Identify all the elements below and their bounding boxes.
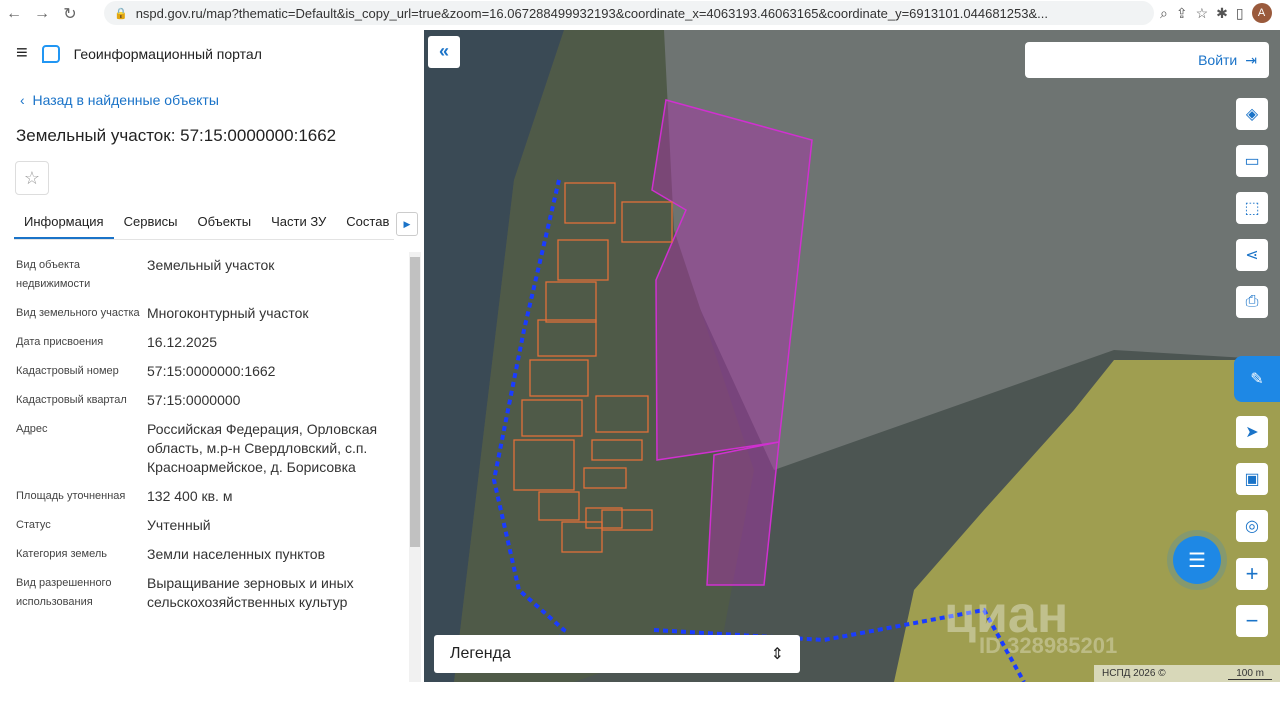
attribute-row: Статус Учтенный — [16, 516, 401, 535]
area-select-button[interactable]: ⬚ — [1236, 192, 1268, 224]
tab-objects[interactable]: Объекты — [187, 208, 261, 239]
attribute-value: 57:15:0000000:1662 — [147, 363, 276, 379]
legend-dropdown[interactable]: Легенда ⇕ — [434, 635, 800, 673]
attributes-list: Вид объекта недвижимости Земельный участо… — [16, 256, 401, 622]
minimap-icon: ▣ — [1244, 471, 1260, 488]
location-pin-icon: ◎ — [1245, 518, 1259, 535]
chat-icon: ☰ — [1188, 549, 1206, 572]
bookmark-star-icon[interactable]: ☆ — [1196, 5, 1209, 22]
tab-info[interactable]: Информация — [14, 208, 114, 239]
attribute-label: Статус — [16, 519, 51, 531]
attribute-value: 57:15:0000000 — [147, 392, 241, 408]
attribute-row: Адрес Российская Федерация, Орловская обл… — [16, 420, 401, 477]
attribute-row: Вид разрешенного использования Выращивани… — [16, 574, 401, 612]
favorite-star-button[interactable]: ☆ — [15, 161, 49, 195]
satellite-imagery — [424, 30, 1280, 682]
select-area-icon: ⬚ — [1244, 200, 1260, 217]
ruler-button[interactable]: ▭ — [1236, 145, 1268, 177]
feedback-button[interactable]: ✎ — [1234, 356, 1280, 402]
attribute-value: Учтенный — [147, 517, 211, 533]
zoom-icon[interactable]: ⌕ — [1160, 5, 1168, 22]
reload-icon[interactable]: ↻ — [56, 4, 84, 24]
address-bar[interactable]: 🔒 nspd.gov.ru/map?thematic=Default&is_cop… — [104, 1, 1154, 25]
print-icon: ⎙ — [1245, 293, 1259, 310]
share-button[interactable]: ⋖ — [1236, 239, 1268, 271]
attribute-value: 16.12.2025 — [147, 334, 218, 350]
ruler-icon: ▭ — [1244, 153, 1260, 170]
geolocate-button[interactable]: ➤ — [1236, 416, 1268, 448]
tab-parts[interactable]: Части ЗУ — [261, 208, 336, 239]
attribute-row: Площадь уточненная 132 400 кв. м — [16, 487, 401, 506]
feedback-icon: ✎ — [1250, 371, 1264, 388]
tabs: Информация Сервисы Объекты Части ЗУ Сост… — [14, 208, 394, 240]
navigation-arrow-icon: ➤ — [1245, 424, 1259, 441]
layers-icon: ◈ — [1245, 106, 1259, 123]
zoom-in-button[interactable]: + — [1236, 558, 1268, 590]
attribute-value: Выращивание зерновых и иных сельскохозяй… — [147, 575, 354, 610]
forward-icon[interactable]: → — [28, 5, 56, 23]
attribute-label: Вид земельного участка — [16, 307, 140, 319]
login-button[interactable]: Войти ⇥ — [1025, 42, 1269, 78]
back-icon[interactable]: ← — [0, 5, 28, 23]
page-bottom — [0, 682, 1280, 720]
login-icon: ⇥ — [1245, 51, 1257, 68]
share-icon: ⋖ — [1245, 247, 1259, 264]
attribute-value: Многоконтурный участок — [147, 305, 309, 321]
attribute-label: Кадастровый номер — [16, 365, 119, 377]
chevron-updown-icon: ⇕ — [770, 646, 784, 663]
scrollbar-thumb[interactable] — [410, 257, 420, 547]
panel-scrollbar[interactable] — [409, 252, 421, 682]
attribute-row: Кадастровый квартал 57:15:0000000 — [16, 391, 401, 410]
app-title: Геоинформационный портал — [73, 45, 262, 62]
attribute-value: Российская Федерация, Орловская область,… — [147, 421, 378, 475]
layers-button[interactable]: ◈ — [1236, 98, 1268, 130]
tab-composition[interactable]: Состав — [336, 208, 399, 239]
attribute-label: Кадастровый квартал — [16, 394, 127, 406]
location-search-button[interactable]: ◎ — [1236, 510, 1268, 542]
attribute-row: Дата присвоения 16.12.2025 — [16, 333, 401, 352]
map-view[interactable]: « Войти ⇥ ◈ ▭ ⬚ ⋖ ⎙ ✎ ➤ ▣ ◎ + − ☰ циан ID… — [424, 30, 1280, 682]
watermark-id: ID 328985201 — [979, 633, 1118, 658]
chat-button[interactable]: ☰ — [1173, 536, 1221, 584]
attribute-label: Вид объекта недвижимости — [16, 259, 91, 290]
attribute-row: Вид земельного участка Многоконтурный уча… — [16, 304, 401, 323]
avatar[interactable]: A — [1251, 3, 1272, 23]
browser-toolbar: ← → ↻ 🔒 nspd.gov.ru/map?thematic=Default&… — [0, 0, 1280, 28]
share-icon[interactable]: ⇪ — [1176, 5, 1188, 22]
attribute-label: Адрес — [16, 423, 48, 435]
attribute-value: Земельный участок — [147, 257, 275, 273]
back-to-results-link[interactable]: ‹ Назад в найденные объекты — [20, 92, 219, 108]
attribute-label: Вид разрешенного использования — [16, 577, 112, 608]
scale-bar: 100 m — [1228, 668, 1272, 680]
attribute-value: 132 400 кв. м — [147, 488, 233, 504]
menu-icon[interactable]: ≡ — [16, 42, 28, 65]
attribute-row: Категория земель Земли населенных пунктов — [16, 545, 401, 564]
portal-logo-icon — [41, 44, 60, 63]
info-panel: ≡ Геоинформационный портал ‹ Назад в най… — [0, 30, 424, 682]
lock-icon: 🔒 — [114, 7, 128, 20]
attribute-label: Площадь уточненная — [16, 490, 126, 502]
map-attribution: НСПД 2026 © 100 m — [1094, 665, 1280, 682]
sidepanel-icon[interactable]: ▯ — [1236, 5, 1244, 22]
attribute-label: Дата присвоения — [16, 336, 104, 348]
print-button[interactable]: ⎙ — [1236, 286, 1268, 318]
minimap-button[interactable]: ▣ — [1236, 463, 1268, 495]
tab-services[interactable]: Сервисы — [114, 208, 188, 239]
extensions-icon[interactable]: ✱ — [1216, 5, 1228, 22]
attribute-row: Кадастровый номер 57:15:0000000:1662 — [16, 362, 401, 381]
attribute-label: Категория земель — [16, 548, 107, 560]
attribute-value: Земли населенных пунктов — [147, 546, 326, 562]
zoom-out-button[interactable]: − — [1236, 605, 1268, 637]
page-title: Земельный участок: 57:15:0000000:1662 — [16, 126, 337, 145]
collapse-panel-button[interactable]: « — [428, 36, 460, 68]
attribute-row: Вид объекта недвижимости Земельный участо… — [16, 256, 401, 294]
tabs-scroll-right-button[interactable]: ▶ — [396, 212, 418, 236]
